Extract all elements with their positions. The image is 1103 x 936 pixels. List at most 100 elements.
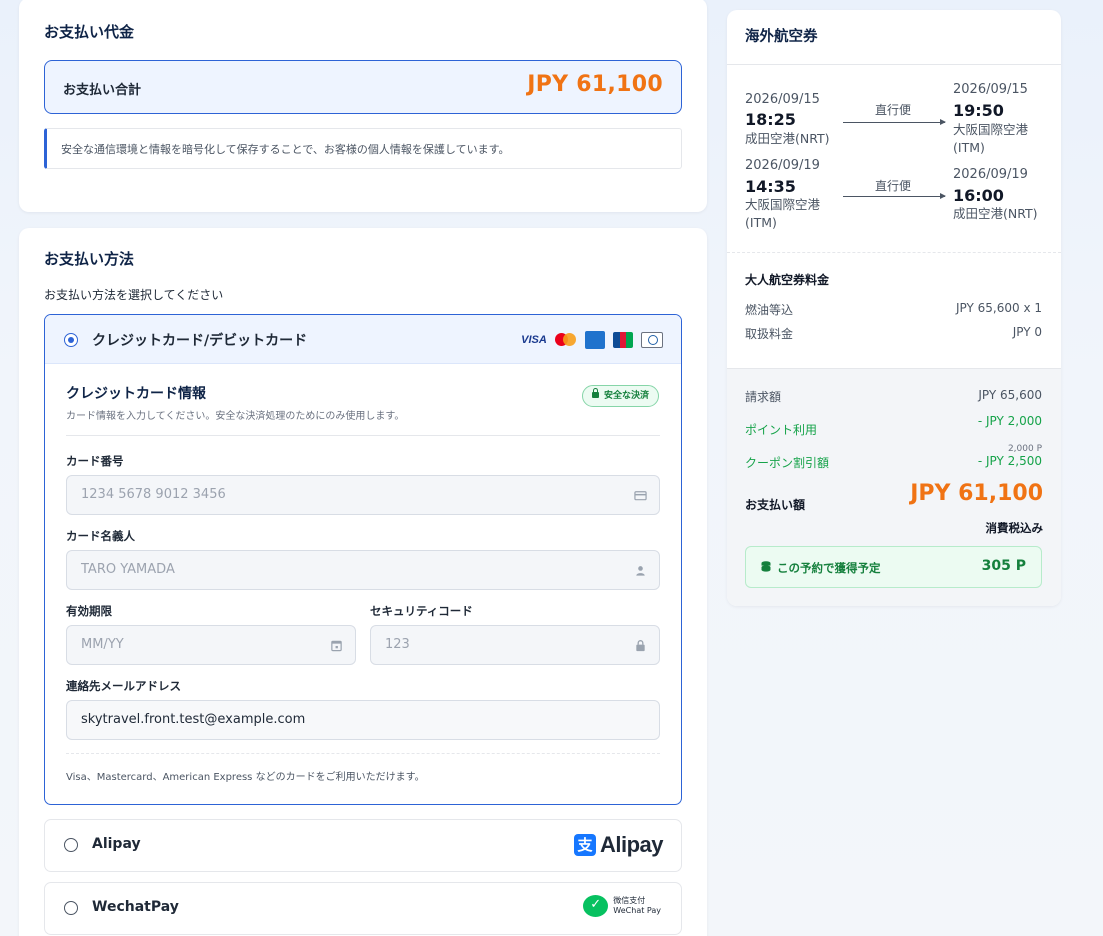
flight-summary-card: 海外航空券 2026/09/15 18:25 成田空港(NRT) 直行便 202…	[727, 10, 1061, 606]
points-used-sub: 2,000 P	[1007, 444, 1042, 454]
segment-1-departure-date: 2026/09/15	[745, 92, 820, 107]
person-icon	[636, 566, 645, 576]
lock-icon	[636, 640, 645, 652]
billing-summary: 請求額 JPY 65,600 ポイント利用 - JPY 2,000 2,000 …	[727, 368, 1061, 606]
wechatpay-icon	[583, 895, 609, 917]
divider	[727, 252, 1061, 253]
credit-card-info-subtitle: カード情報を入力してください。安全な決済処理のためにのみ使用します。	[66, 411, 405, 422]
payment-amount-value: JPY 61,100	[910, 481, 1043, 506]
payment-method-title: お支払い方法	[44, 250, 135, 268]
cvc-placeholder: 123	[385, 637, 410, 652]
payment-total-amount: JPY 61,100	[527, 72, 663, 97]
segment-2-departure-time: 14:35	[745, 177, 796, 196]
visa-icon: VISA	[521, 334, 547, 346]
credit-card-option-header[interactable]: クレジットカード/デビットカード VISA	[45, 315, 681, 364]
lock-icon	[591, 388, 599, 398]
credit-card-option: クレジットカード/デビットカード VISA クレジットカード情報 カード情報を入…	[44, 314, 682, 805]
points-earn-value: 305 P	[981, 558, 1026, 574]
credit-card-option-label: クレジットカード/デビットカード	[92, 333, 308, 349]
fare-row-value: JPY 0	[1012, 325, 1042, 339]
segment-1-departure-time: 18:25	[745, 110, 796, 129]
wechatpay-logo-line1: 微信支付	[613, 896, 646, 905]
amex-icon	[585, 331, 605, 349]
alipay-radio[interactable]	[64, 838, 78, 852]
payment-amount-title: お支払い代金	[44, 23, 135, 41]
wechatpay-logo-line2: WeChat Pay	[613, 906, 661, 915]
segment-1-arrival-airport: 大阪国際空港(ITM)	[953, 122, 1029, 155]
card-footnote: Visa、Mastercard、American Express などのカードを…	[66, 772, 425, 783]
coupon-discount-label: クーポン割引額	[745, 456, 830, 470]
email-value: skytravel.front.test@example.com	[81, 712, 306, 727]
points-used-value: - JPY 2,000	[977, 414, 1042, 428]
credit-card-icon	[634, 491, 647, 501]
divider	[66, 753, 660, 754]
segment-1-flight-type: 直行便	[875, 103, 912, 117]
alipay-icon: 支	[573, 834, 596, 856]
email-input[interactable]: skytravel.front.test@example.com	[66, 700, 660, 740]
alipay-option-label: Alipay	[92, 836, 141, 852]
payment-total-label: お支払い合計	[63, 83, 142, 98]
credit-card-radio[interactable]	[64, 333, 78, 347]
payment-method-instruction: お支払い方法を選択してください	[44, 288, 224, 302]
alipay-option[interactable]: Alipay 支 Alipay	[44, 819, 682, 872]
divider	[727, 368, 1061, 369]
segment-2-arrival-date: 2026/09/19	[953, 167, 1028, 182]
alipay-logo: 支 Alipay	[573, 832, 664, 858]
jcb-icon	[613, 332, 633, 348]
expiry-placeholder: MM/YY	[81, 637, 124, 652]
card-number-placeholder: 1234 5678 9012 3456	[81, 487, 226, 502]
segment-1-departure-airport: 成田空港(NRT)	[745, 131, 830, 146]
diners-club-icon	[641, 332, 663, 348]
card-holder-label: カード名義人	[66, 529, 135, 543]
fare-row-value: JPY 65,600 x 1	[955, 301, 1042, 315]
flight-summary-title: 海外航空券	[745, 29, 818, 45]
divider	[727, 64, 1061, 65]
points-earn-box: この予約で獲得予定 305 P	[745, 546, 1042, 588]
wechatpay-logo-text: 微信支付 WeChat Pay	[613, 896, 661, 916]
wechatpay-option[interactable]: WechatPay 微信支付 WeChat Pay	[44, 882, 682, 935]
coupon-discount-value: - JPY 2,500	[977, 454, 1042, 468]
secure-payment-badge-label: 安全な決済	[603, 391, 649, 401]
mastercard-icon	[555, 333, 577, 347]
wechatpay-radio[interactable]	[64, 901, 78, 915]
coins-icon	[761, 561, 771, 572]
cvc-input[interactable]: 123	[370, 625, 660, 665]
secure-payment-badge: 安全な決済	[581, 385, 659, 407]
calendar-icon	[331, 640, 342, 652]
fare-row: 取扱料金 JPY 0	[745, 325, 1042, 342]
secure-note: 安全な通信環境と情報を暗号化して保存することで、お客様の個人情報を保護しています…	[44, 128, 682, 169]
cvc-label: セキュリティコード	[370, 604, 473, 618]
segment-2-flight-type: 直行便	[875, 179, 912, 193]
coupon-discount-row: クーポン割引額 - JPY 2,500	[745, 454, 1042, 471]
arrow-right-icon	[843, 119, 946, 125]
billed-amount-label: 請求額	[745, 390, 782, 404]
payment-method-card: お支払い方法 お支払い方法を選択してください クレジットカード/デビットカード …	[19, 228, 707, 936]
payment-amount-label: お支払い額	[745, 498, 806, 512]
fare-row: 燃油等込 JPY 65,600 x 1	[745, 301, 1042, 318]
wechatpay-option-label: WechatPay	[92, 899, 179, 915]
wechatpay-logo: 微信支付 WeChat Pay	[583, 895, 661, 917]
expiry-label: 有効期限	[66, 604, 112, 618]
alipay-logo-text: Alipay	[599, 832, 664, 857]
tax-included-note: 消費税込み	[985, 521, 1044, 535]
points-used-label: ポイント利用	[745, 423, 818, 437]
segment-1-arrival-time: 19:50	[953, 101, 1004, 120]
payment-amount-card: お支払い代金 お支払い合計 JPY 61,100 安全な通信環境と情報を暗号化し…	[19, 0, 707, 212]
credit-card-info-title: クレジットカード情報	[66, 386, 206, 402]
points-earn-label: この予約で獲得予定	[777, 561, 881, 575]
card-number-input[interactable]: 1234 5678 9012 3456	[66, 475, 660, 515]
segment-2-departure-date: 2026/09/19	[745, 158, 820, 173]
card-number-label: カード番号	[66, 454, 124, 468]
payment-total-box: お支払い合計 JPY 61,100	[44, 60, 682, 114]
fare-title: 大人航空券料金	[745, 273, 830, 287]
segment-1-arrival-date: 2026/09/15	[953, 82, 1028, 97]
divider	[66, 435, 660, 436]
arrow-right-icon	[843, 193, 946, 199]
billed-amount-value: JPY 65,600	[978, 388, 1042, 402]
segment-2-arrival-airport: 成田空港(NRT)	[953, 206, 1038, 221]
card-holder-placeholder: TARO YAMADA	[81, 562, 175, 577]
expiry-input[interactable]: MM/YY	[66, 625, 356, 665]
card-holder-input[interactable]: TARO YAMADA	[66, 550, 660, 590]
billed-amount-row: 請求額 JPY 65,600	[745, 388, 1042, 405]
fare-row-label: 取扱料金	[745, 327, 794, 341]
